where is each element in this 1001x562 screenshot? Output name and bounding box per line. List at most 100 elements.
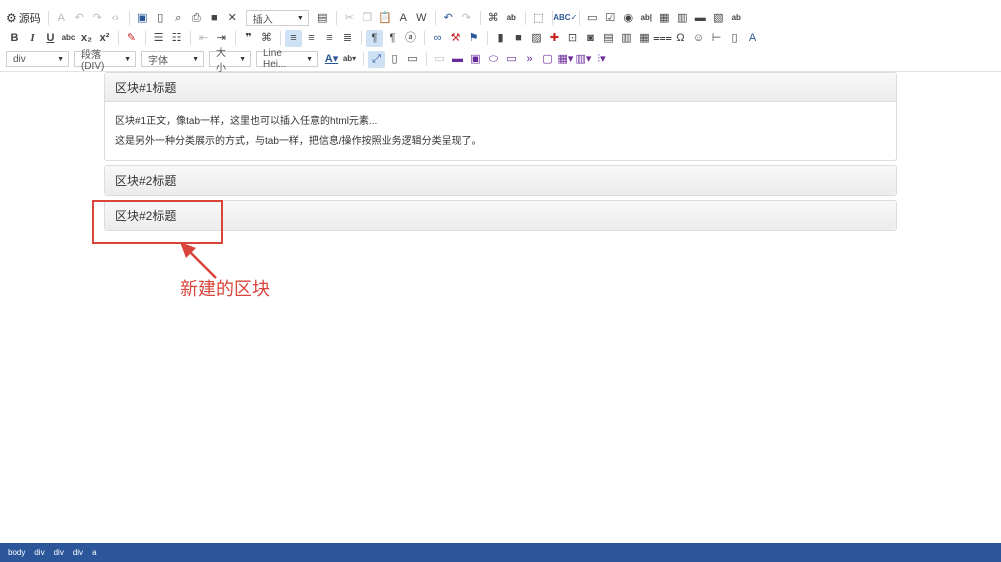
select-all-box-icon[interactable]: ⬚ xyxy=(530,10,547,27)
paste-icon[interactable]: 📋 xyxy=(377,10,394,27)
image-button-icon[interactable]: ▧ xyxy=(710,10,727,27)
undo-icon[interactable]: ↶ xyxy=(440,10,457,27)
undo-disabled-icon[interactable]: ↶ xyxy=(71,10,88,27)
text-direction-rtl-icon[interactable]: ¶ xyxy=(384,30,401,47)
save-icon[interactable]: ▣ xyxy=(134,10,151,27)
textfield-icon[interactable]: ab| xyxy=(638,10,655,27)
image-icon[interactable]: ▨ xyxy=(528,30,545,47)
paragraph-dropdown[interactable]: 段落(DIV) ▼ xyxy=(74,50,136,72)
strikethrough-icon[interactable]: abc xyxy=(60,30,77,47)
path-crumb-div[interactable]: div xyxy=(73,548,83,557)
path-crumb-div[interactable]: div xyxy=(34,548,44,557)
print-icon[interactable]: ⎙ xyxy=(188,10,205,27)
find-icon[interactable]: ⌘ xyxy=(485,10,502,27)
path-crumb-div[interactable]: div xyxy=(54,548,64,557)
background-color-icon[interactable]: ab▾ xyxy=(341,51,358,68)
text-direction-ltr-icon[interactable]: ¶ xyxy=(366,29,383,47)
accordion-block-2-header[interactable]: 区块#2标题 xyxy=(105,166,896,195)
form-icon[interactable]: ▭ xyxy=(584,10,601,27)
format-dropdown[interactable]: div ▼ xyxy=(6,51,69,67)
template-icon[interactable]: ▤ xyxy=(314,10,331,27)
close-icon[interactable]: ✕ xyxy=(224,10,241,27)
font-dropdown[interactable]: 字体 ▼ xyxy=(141,51,204,67)
video-icon[interactable]: ■ xyxy=(510,30,527,47)
copy-icon[interactable]: ❐ xyxy=(359,10,376,27)
replace-icon[interactable]: ab xyxy=(503,10,520,27)
textarea-icon[interactable]: ▦ xyxy=(656,10,673,27)
italic-icon[interactable]: I xyxy=(24,30,41,47)
align-right-icon[interactable]: ≡ xyxy=(321,30,338,47)
div-container-icon[interactable]: ⌘ xyxy=(258,30,275,47)
select-field-icon[interactable]: ▥ xyxy=(674,10,691,27)
page-break-marker-icon[interactable]: ⊢ xyxy=(708,30,725,47)
radio-icon[interactable]: ◉ xyxy=(620,10,637,27)
link-icon[interactable]: ∞ xyxy=(429,30,446,47)
template-insert-icon[interactable]: ▥ xyxy=(618,30,635,47)
preview-icon[interactable]: ⌕ xyxy=(170,10,187,27)
remove-format-icon[interactable]: ✎ xyxy=(123,30,140,47)
iframe-icon[interactable]: ◙ xyxy=(582,30,599,47)
redo-disabled-icon[interactable]: ↷ xyxy=(89,10,106,27)
accordion-block-1-body[interactable]: 区块#1正文，像tab一样，这里也可以插入任意的html元素... 这是另外一种… xyxy=(105,102,896,160)
widget-next-icon[interactable]: » xyxy=(521,51,538,68)
widget-button-icon[interactable]: ▬ xyxy=(449,51,466,68)
subscript-icon[interactable]: x₂ xyxy=(78,30,95,47)
widget-oval-icon[interactable]: ⬭ xyxy=(485,51,502,68)
paste-word-icon[interactable]: W xyxy=(413,10,430,27)
accordion-block-3-header[interactable]: 区块#2标题 xyxy=(105,201,896,230)
path-crumb-body[interactable]: body xyxy=(8,548,25,557)
widget-bars-icon[interactable]: ⫶▾ xyxy=(593,51,610,68)
chart-icon[interactable]: ▮ xyxy=(492,30,509,47)
show-blocks-icon[interactable]: ▯ xyxy=(386,51,403,68)
spellcheck-icon[interactable]: ABC✓ xyxy=(553,10,577,27)
widget-panel-icon[interactable]: ▣ xyxy=(467,51,484,68)
blockquote-icon[interactable]: ❞ xyxy=(240,30,257,47)
source-button[interactable]: ⚙ 源码 xyxy=(6,10,41,26)
widget-card-icon[interactable]: ▢ xyxy=(539,51,556,68)
path-crumb-a[interactable]: a xyxy=(92,548,96,557)
lock-icon[interactable]: ■ xyxy=(206,10,223,27)
widget-columns-icon[interactable]: ▥▾ xyxy=(575,51,592,68)
align-center-icon[interactable]: ≡ xyxy=(303,30,320,47)
align-left-icon[interactable]: ≡ xyxy=(285,29,302,47)
checkbox-icon[interactable]: ☑ xyxy=(602,10,619,27)
button-field-icon[interactable]: ▬ xyxy=(692,10,709,27)
smiley-icon[interactable]: ☺ xyxy=(690,30,707,47)
widget-grid-icon[interactable]: ▦▾ xyxy=(557,51,574,68)
auto-format-icon[interactable]: A xyxy=(744,30,761,47)
numbered-list-icon[interactable]: ☰ xyxy=(150,30,167,47)
hidden-field-icon[interactable]: ab xyxy=(728,10,745,27)
bullet-list-icon[interactable]: ☷ xyxy=(168,30,185,47)
paste-text-icon[interactable]: A xyxy=(395,10,412,27)
maximize-icon[interactable]: ⤢ xyxy=(368,50,385,68)
text-color-icon[interactable]: A▾ xyxy=(323,51,340,68)
special-char-icon[interactable]: Ω xyxy=(672,30,689,47)
insert-dropdown[interactable]: 插入 ▼ xyxy=(245,10,309,26)
align-justify-icon[interactable]: ≣ xyxy=(339,30,356,47)
blank-widget-icon[interactable]: ▭ xyxy=(431,51,448,68)
superscript-icon[interactable]: x² xyxy=(96,30,113,47)
select-all-icon[interactable]: A xyxy=(53,10,70,27)
cut-icon[interactable]: ✂ xyxy=(341,10,358,27)
widget-link-icon[interactable]: ▭ xyxy=(503,51,520,68)
page-break-icon[interactable]: ▤ xyxy=(600,30,617,47)
annotation-label: 新建的区块 xyxy=(180,279,270,300)
code-tag-icon[interactable]: ‹› xyxy=(107,10,124,27)
accordion-block-1-header[interactable]: 区块#1标题 xyxy=(105,73,896,102)
table-icon[interactable]: ⊡ xyxy=(564,30,581,47)
calendar-icon[interactable]: ▦ xyxy=(636,30,653,47)
outdent-icon[interactable]: ⇤ xyxy=(195,30,212,47)
anchor-icon[interactable]: ⚑ xyxy=(465,30,482,47)
size-dropdown[interactable]: 大小 ▼ xyxy=(209,48,251,74)
flash-icon[interactable]: ✚ xyxy=(546,30,563,47)
new-page-icon[interactable]: ▯ xyxy=(152,10,169,27)
language-icon[interactable]: ⓐ xyxy=(402,30,419,47)
line-height-dropdown[interactable]: Line Hei... ▼ xyxy=(256,48,318,70)
horizontal-line-icon[interactable]: ⩶ xyxy=(653,30,672,47)
unlink-icon[interactable]: ⚒ xyxy=(447,30,464,47)
bold-icon[interactable]: B xyxy=(6,30,23,47)
about-icon[interactable]: ▭ xyxy=(404,51,421,68)
underline-icon[interactable]: U xyxy=(42,30,59,47)
redo-icon[interactable]: ↷ xyxy=(458,10,475,27)
document-props-icon[interactable]: ▯ xyxy=(726,30,743,47)
